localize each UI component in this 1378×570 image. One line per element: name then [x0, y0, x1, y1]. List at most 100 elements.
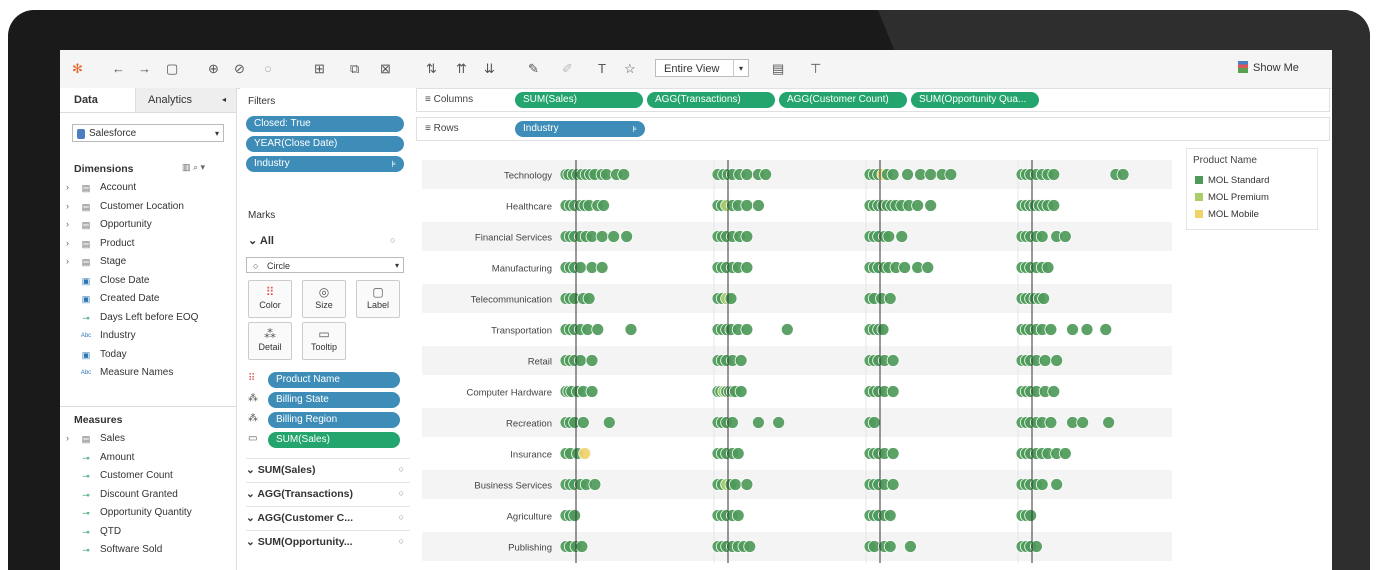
- swap-icon[interactable]: ⇅: [426, 60, 437, 78]
- show-me-button[interactable]: Show Me: [1238, 61, 1299, 74]
- field-item[interactable]: ▣ Close Date: [82, 275, 150, 286]
- field-item[interactable]: › ▤ Product: [66, 238, 134, 249]
- data-point: [886, 168, 900, 181]
- field-item[interactable]: ⊸ QTD: [82, 526, 121, 537]
- rows-shelf[interactable]: ≡ Rows Industry ⊧: [416, 117, 1330, 141]
- marks-field-pill[interactable]: Product Name: [268, 372, 400, 388]
- tooltip-button[interactable]: ▭ Tooltip: [302, 322, 346, 360]
- measure-icon: ⊸: [82, 471, 90, 481]
- marks-card-customer-count[interactable]: ⌄ AGG(Customer C... ○: [246, 506, 410, 524]
- field-item[interactable]: › ▤ Opportunity: [66, 219, 152, 230]
- pin-icon[interactable]: ☆: [624, 60, 636, 78]
- marks-card-transactions[interactable]: ⌄ AGG(Transactions) ○: [246, 482, 410, 500]
- legend-swatch: [1195, 193, 1203, 201]
- clear-icon[interactable]: ⊠: [380, 60, 391, 78]
- marks-all[interactable]: ⌄ All: [248, 234, 274, 247]
- columns-shelf[interactable]: ≡ Columns SUM(Sales) AGG(Transactions) A…: [416, 88, 1330, 112]
- chevron-down-icon: ▾: [733, 60, 748, 76]
- legend-item[interactable]: MOL Premium: [1195, 192, 1269, 203]
- label-icon[interactable]: T: [598, 60, 606, 78]
- field-item[interactable]: Abc Industry: [81, 330, 136, 341]
- field-item[interactable]: › ▤ Stage: [66, 256, 126, 267]
- filter-pill[interactable]: Closed: True: [246, 116, 404, 132]
- dimensions-heading: Dimensions: [74, 163, 134, 175]
- save-icon[interactable]: ▢: [166, 60, 178, 78]
- data-point: [944, 168, 958, 181]
- filter-pill[interactable]: YEAR(Close Date): [246, 136, 404, 152]
- pause-icon[interactable]: ⊘: [234, 60, 245, 78]
- column-pill[interactable]: AGG(Customer Count): [779, 92, 907, 108]
- data-point: [886, 447, 900, 460]
- row-pill[interactable]: Industry ⊧: [515, 121, 645, 137]
- field-item[interactable]: › ▤ Account: [66, 182, 136, 193]
- tab-data[interactable]: Data: [60, 88, 136, 112]
- search-icon[interactable]: ▥ ⌕ ▾: [182, 162, 205, 173]
- legend-item[interactable]: MOL Mobile: [1195, 209, 1259, 220]
- expand-icon[interactable]: ›: [66, 201, 69, 211]
- mark-type-select[interactable]: ○ Circle ▾: [246, 257, 404, 273]
- sort-asc-icon[interactable]: ⇈: [456, 60, 467, 78]
- filter-pill[interactable]: Industry ⊧: [246, 156, 404, 172]
- detail-button[interactable]: ⁂ Detail: [248, 322, 292, 360]
- highlight-icon[interactable]: ✎: [528, 60, 539, 78]
- tab-analytics[interactable]: Analytics ◂: [136, 88, 236, 112]
- data-point: [1099, 323, 1113, 336]
- legend-item[interactable]: MOL Standard: [1195, 175, 1269, 186]
- color-icon: ⠿: [248, 373, 256, 384]
- column-pill[interactable]: AGG(Transactions): [647, 92, 775, 108]
- back-icon[interactable]: ←: [112, 60, 125, 78]
- duplicate-icon[interactable]: ⧉: [350, 60, 359, 78]
- marks-field-pill[interactable]: Billing State: [268, 392, 400, 408]
- cards-icon[interactable]: ▤: [772, 60, 784, 78]
- field-item[interactable]: ⊸ Software Sold: [82, 544, 162, 555]
- marks-field-pill[interactable]: SUM(Sales): [268, 432, 400, 448]
- datasource-select[interactable]: Salesforce ▾: [72, 124, 224, 142]
- label-label: Label: [366, 300, 390, 310]
- circle-icon: ○: [253, 261, 259, 271]
- label-button[interactable]: ▢ Label: [356, 280, 400, 318]
- field-item[interactable]: › ▤ Customer Location: [66, 201, 184, 212]
- field-item[interactable]: ⊸ Amount: [82, 452, 134, 463]
- column-pill[interactable]: SUM(Sales): [515, 92, 643, 108]
- expand-icon[interactable]: ›: [66, 238, 69, 248]
- new-worksheet-icon[interactable]: ⊞: [314, 60, 325, 78]
- field-item[interactable]: ⊸ Opportunity Quantity: [82, 507, 192, 518]
- expand-icon[interactable]: ›: [66, 433, 69, 443]
- expand-icon[interactable]: ›: [66, 182, 69, 192]
- legend-swatch: [1195, 210, 1203, 218]
- expand-icon[interactable]: ›: [66, 219, 69, 229]
- tableau-logo-icon[interactable]: ✻: [72, 60, 83, 78]
- field-item[interactable]: ⊸ Days Left before EOQ: [82, 312, 198, 323]
- field-item[interactable]: ▣ Created Date: [82, 293, 160, 304]
- presentation-icon[interactable]: ⊤: [810, 60, 821, 78]
- data-point: [867, 416, 881, 429]
- expand-icon[interactable]: ›: [66, 256, 69, 266]
- measure-icon: ⊸: [82, 452, 90, 463]
- row-label: Technology: [504, 171, 552, 182]
- refresh-icon[interactable]: ○: [264, 60, 272, 78]
- data-point: [740, 261, 754, 274]
- column-pill[interactable]: SUM(Opportunity Qua...: [911, 92, 1039, 108]
- measure-icon: ⊸: [82, 489, 90, 500]
- field-item[interactable]: ⊸ Discount Granted: [82, 489, 178, 500]
- sort-desc-icon[interactable]: ⇊: [484, 60, 495, 78]
- label-icon: ▢: [372, 285, 384, 299]
- fit-select[interactable]: Entire View ▾: [655, 59, 749, 77]
- field-item[interactable]: › ▤ Sales: [66, 433, 125, 444]
- group-icon[interactable]: ✐: [562, 60, 573, 78]
- new-datasource-icon[interactable]: ⊕: [208, 60, 219, 78]
- field-item[interactable]: ⊸ Customer Count: [82, 470, 173, 481]
- filter-pill-label: YEAR(Close Date): [254, 138, 338, 149]
- field-item[interactable]: ▣ Today: [82, 349, 127, 360]
- marks-card-opportunity[interactable]: ⌄ SUM(Opportunity... ○: [246, 530, 410, 548]
- marks-field-pill[interactable]: Billing Region: [268, 412, 400, 428]
- data-point: [582, 292, 596, 305]
- size-button[interactable]: ◎ Size: [302, 280, 346, 318]
- field-item[interactable]: Abc Measure Names: [81, 367, 174, 378]
- data-point: [607, 230, 621, 243]
- marks-card-sum-sales[interactable]: ⌄ SUM(Sales) ○: [246, 458, 410, 476]
- data-point: [1038, 354, 1052, 367]
- color-button[interactable]: ⠿ Color: [248, 280, 292, 318]
- forward-icon[interactable]: →: [138, 60, 151, 78]
- fit-select-value: Entire View: [664, 63, 720, 75]
